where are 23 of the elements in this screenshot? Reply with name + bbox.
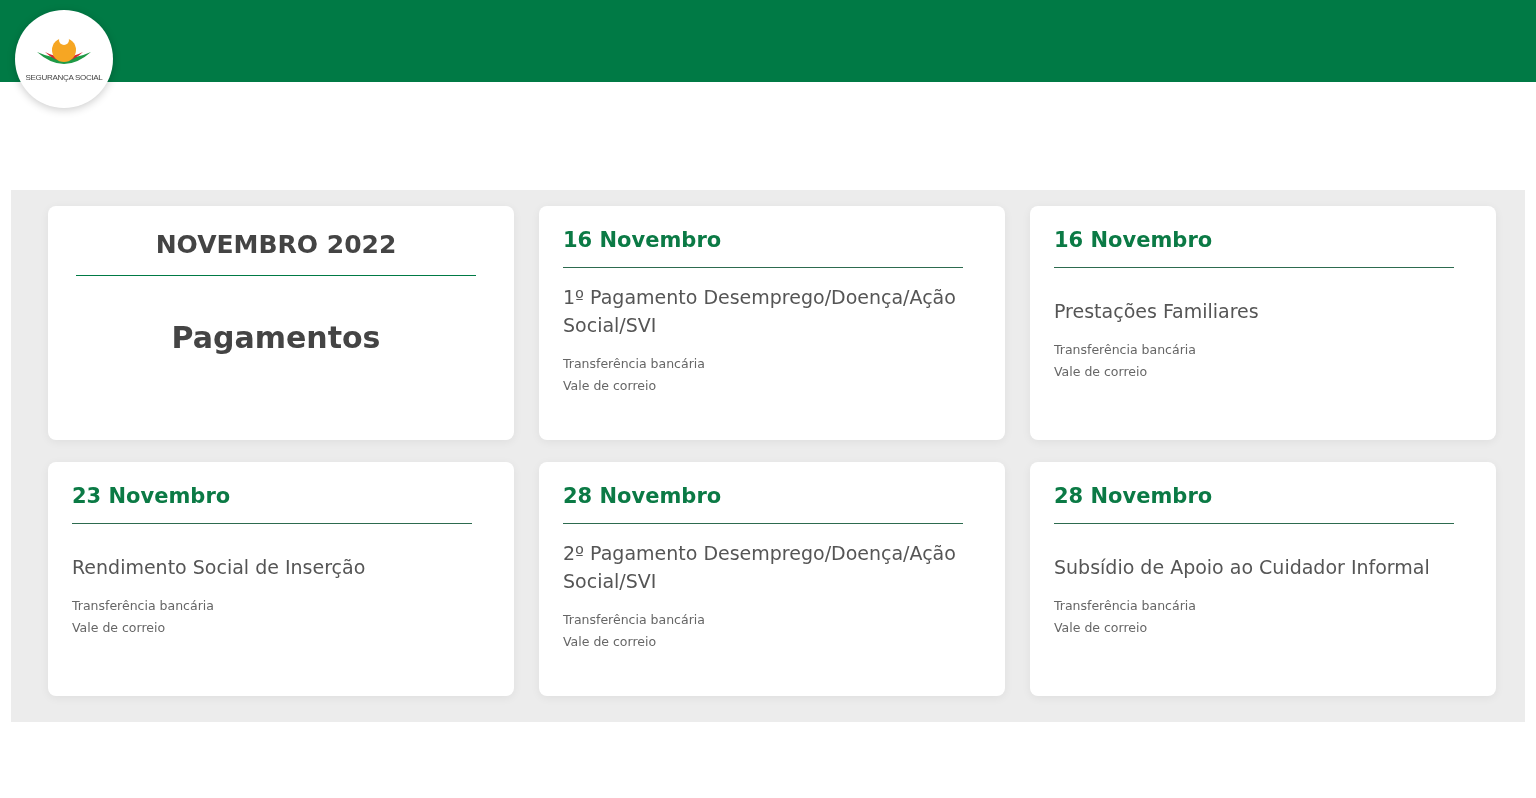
payment-method: Transferência bancária	[72, 597, 215, 615]
payment-method: Transferência bancária	[563, 611, 706, 629]
payment-date: 16 Novembro	[1054, 228, 1454, 268]
month-title: NOVEMBRO 2022	[76, 230, 476, 276]
payment-title: 1º Pagamento Desemprego/Doença/Ação Social/SVI	[563, 285, 957, 338]
logo-text: SEGURANÇA SOCIAL	[25, 73, 103, 82]
payment-method: Transferência bancária	[1054, 597, 1197, 615]
payment-method: Vale de correio	[1054, 619, 1149, 637]
payment-method: Transferência bancária	[563, 355, 706, 373]
payment-method: Transferência bancária	[1054, 341, 1197, 359]
payment-title: Subsídio de Apoio ao Cuidador Informal	[1054, 555, 1431, 580]
payment-method: Vale de correio	[72, 619, 167, 637]
payment-date: 28 Novembro	[1054, 484, 1454, 524]
payment-date: 28 Novembro	[563, 484, 963, 524]
payment-date: 23 Novembro	[72, 484, 472, 524]
payment-method: Vale de correio	[563, 377, 658, 395]
payment-title: Prestações Familiares	[1054, 299, 1260, 324]
payment-method: Vale de correio	[1054, 363, 1149, 381]
payment-title: 2º Pagamento Desemprego/Doença/Ação Social/SVI	[563, 541, 957, 594]
section-title: Pagamentos	[170, 320, 382, 355]
payment-method: Vale de correio	[563, 633, 658, 651]
payment-date: 16 Novembro	[563, 228, 963, 268]
payment-title: Rendimento Social de Inserção	[72, 555, 367, 580]
